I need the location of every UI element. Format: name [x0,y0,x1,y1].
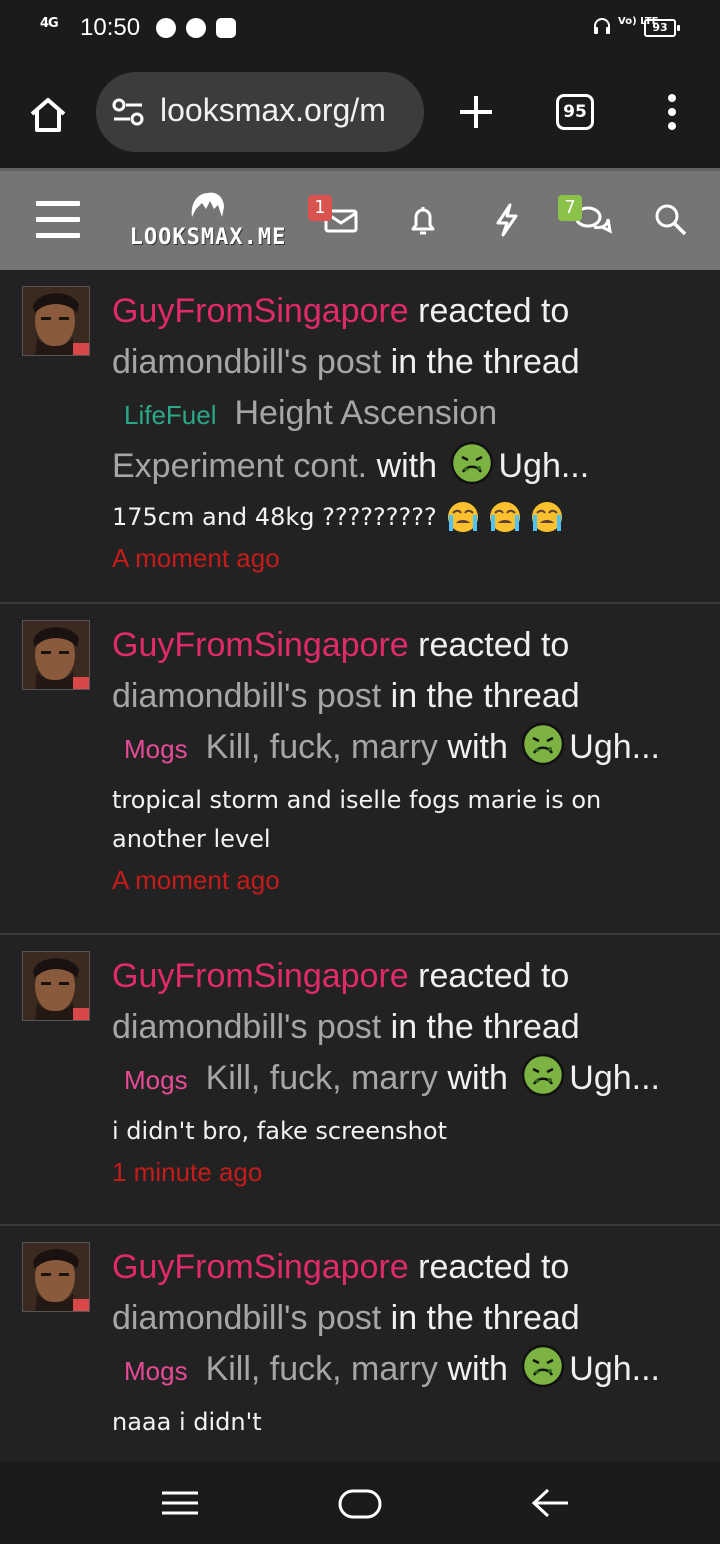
alert-action-text: reacted to [408,957,570,995]
alert-item[interactable]: GuyFromSingapore reacted to diamondbill'… [0,270,720,604]
home-nav-icon[interactable] [336,1484,384,1522]
alert-snippet: 175cm and 48kg ????????? [112,503,437,531]
alert-item[interactable]: GuyFromSingapore reacted to diamondbill'… [0,935,720,1226]
alert-with-text: with [437,728,518,766]
alert-user-link[interactable]: GuyFromSingapore [112,1248,409,1286]
reaction-label: Ugh... [569,728,661,766]
alert-thread-phrase: in the thread [381,1008,580,1046]
avatar[interactable] [22,286,90,356]
bolt-icon[interactable] [488,201,526,239]
telegram-icon [156,18,176,38]
reaction-label: Ugh... [569,1059,661,1097]
alert-with-text: with [437,1059,518,1097]
headset-icon [592,16,612,41]
alert-post-link[interactable]: diamondbill's post [112,1008,381,1046]
alert-with-text: with [437,1350,518,1388]
alert-item[interactable]: GuyFromSingapore reacted to diamondbill'… [0,604,720,935]
menu-icon[interactable] [36,201,80,239]
thread-prefix-label[interactable]: Mogs [124,1065,188,1095]
alert-user-link[interactable]: GuyFromSingapore [112,292,409,330]
nauseated-face-icon [522,1344,565,1388]
alert-timestamp[interactable]: A moment ago [112,865,696,896]
messenger-icon [186,18,206,38]
thread-title-link[interactable]: Height Ascension [235,394,498,432]
site-header: LOOKSMAX.ME 1 7 [0,168,720,270]
more-icon[interactable] [666,94,678,130]
thread-prefix-label[interactable]: Mogs [124,1356,188,1386]
bell-icon[interactable] [404,201,442,239]
thread-title-link[interactable]: Kill, fuck, marry [206,728,438,766]
thread-title-link[interactable]: Kill, fuck, marry [206,1350,438,1388]
crying-face-icon [447,502,478,532]
alert-thread-phrase: in the thread [381,343,580,381]
alert-timestamp[interactable]: A moment ago [112,543,696,574]
tab-switcher-icon[interactable]: 95 [556,94,594,130]
alert-item[interactable]: GuyFromSingapore reacted to diamondbill'… [0,1226,720,1462]
avatar[interactable] [22,951,90,1021]
youtube-icon [216,18,236,38]
battery-icon: 93 [644,19,680,37]
alert-action-text: reacted to [408,292,570,330]
conversations-badge: 7 [558,195,582,221]
alert-user-link[interactable]: GuyFromSingapore [112,957,409,995]
logo-text: LOOKSMAX.ME [129,225,287,250]
site-settings-icon[interactable] [112,98,144,126]
alert-post-link[interactable]: diamondbill's post [112,1299,381,1337]
new-tab-icon[interactable] [456,92,496,132]
avatar[interactable] [22,620,90,690]
home-icon[interactable] [26,92,70,136]
status-bar: 4G 10:50 Vo) LTE 93 [0,0,720,56]
nauseated-face-icon [522,1053,565,1097]
thread-prefix-label[interactable]: LifeFuel [124,400,217,430]
system-nav-bar [0,1462,720,1544]
logo-hair-icon [191,192,224,217]
alert-timestamp[interactable]: 1 minute ago [112,1157,696,1188]
alert-snippet: tropical storm and iselle fogs marie is … [112,786,602,853]
reaction-label: Ugh... [569,1350,661,1388]
clock: 10:50 [80,14,141,41]
address-bar[interactable]: looksmax.org/m [96,72,424,152]
alert-thread-phrase: in the thread [381,1299,580,1337]
alert-thread-phrase: in the thread [381,677,580,715]
alert-post-link[interactable]: diamondbill's post [112,677,381,715]
alert-snippet: i didn't bro, fake screenshot [112,1117,447,1145]
alert-snippet: naaa i didn't [112,1408,262,1436]
alert-user-link[interactable]: GuyFromSingapore [112,626,409,664]
alert-with-text: with [367,447,447,485]
reaction-label: Ugh... [498,447,590,485]
alert-action-text: reacted to [408,626,570,664]
url-text[interactable]: looksmax.org/m [160,92,386,129]
browser-toolbar: looksmax.org/m 95 [0,56,720,168]
alerts-list: GuyFromSingapore reacted to diamondbill'… [0,270,720,1462]
avatar[interactable] [22,1242,90,1312]
back-icon[interactable] [528,1484,572,1522]
nauseated-face-icon [451,441,494,485]
nauseated-face-icon [522,722,565,766]
thread-prefix-label[interactable]: Mogs [124,734,188,764]
alert-action-text: reacted to [408,1248,570,1286]
thread-title-link-continued[interactable]: Experiment cont. [112,447,367,485]
alert-post-link[interactable]: diamondbill's post [112,343,381,381]
inbox-badge: 1 [308,195,332,221]
crying-face-icon [489,502,520,532]
recents-icon[interactable] [158,1484,202,1522]
search-icon[interactable] [652,201,690,239]
crying-face-icon [531,502,562,532]
site-logo[interactable]: LOOKSMAX.ME [118,189,298,257]
thread-title-link[interactable]: Kill, fuck, marry [206,1059,438,1097]
network-indicator: 4G [40,16,59,31]
